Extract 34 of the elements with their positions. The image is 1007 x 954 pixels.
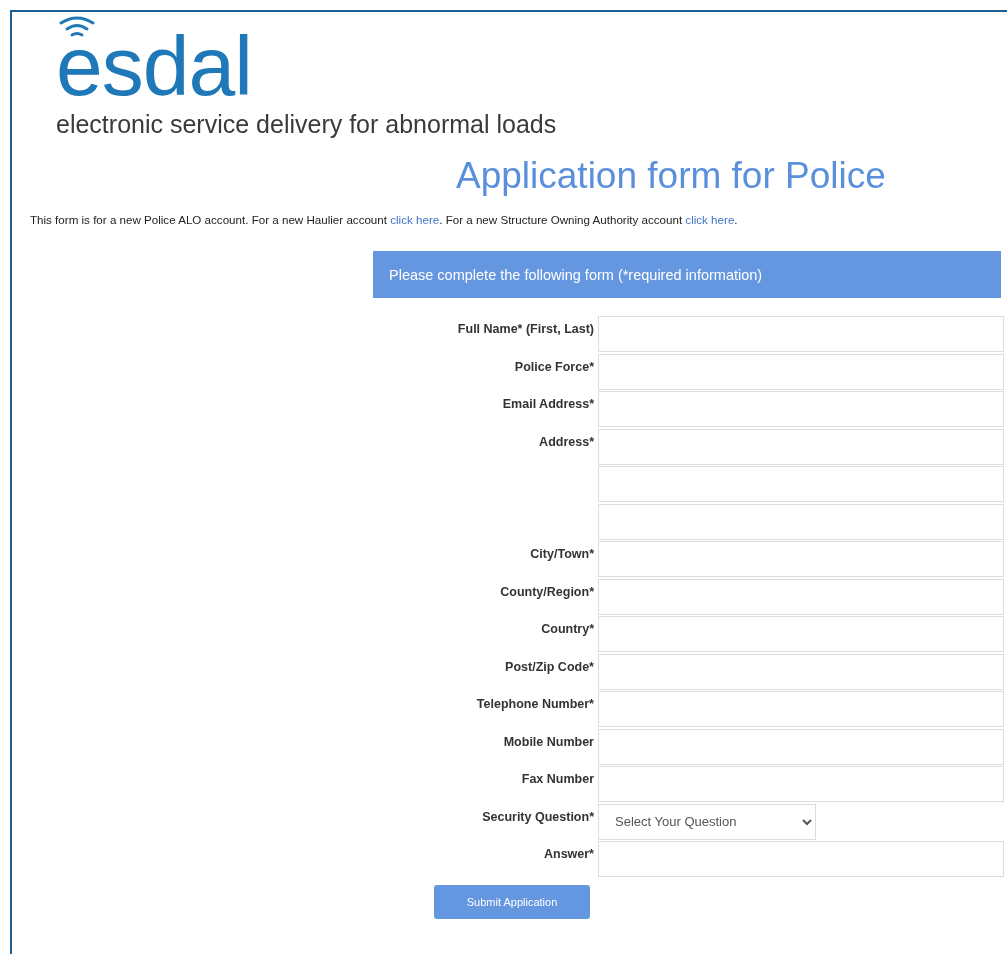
intro-text: This form is for a new Police ALO account. For a new Haulier account click here. For a new Structure Owning Authority account click here. xyxy=(30,212,739,228)
page-title: Application form for Police xyxy=(456,154,887,198)
input-field[interactable] xyxy=(598,766,1004,802)
field-label: Police Force* xyxy=(514,358,594,374)
field-label: Full Name* (First, Last) xyxy=(457,321,594,336)
field-label: Country* xyxy=(541,621,594,636)
field-label: County/Region* xyxy=(500,583,594,599)
submit-button[interactable]: Submit Application xyxy=(434,885,590,919)
input-field[interactable] xyxy=(598,616,1004,652)
field-label: Security Question* xyxy=(482,808,594,824)
input-field[interactable] xyxy=(598,466,1004,502)
field-label: Post/Zip Code* xyxy=(505,658,594,674)
input-field[interactable] xyxy=(598,541,1004,577)
logo-tagline: electronic service delivery for abnormal loads xyxy=(56,110,557,139)
input-field[interactable] xyxy=(598,316,1004,352)
input-field[interactable] xyxy=(598,578,1004,615)
input-field[interactable] xyxy=(598,428,1004,465)
field-label: Answer* xyxy=(543,846,594,861)
field-label: Address* xyxy=(539,433,594,449)
field-label: Email Address* xyxy=(502,396,594,411)
question-dropdown[interactable]: Select Your Question xyxy=(598,803,816,840)
form-header: Please complete the following form (*required information) xyxy=(373,251,1001,298)
logo-wordmark: esdal xyxy=(56,14,252,104)
input-field[interactable] xyxy=(598,353,1004,390)
input-field[interactable] xyxy=(598,391,1004,427)
field-label: Fax Number xyxy=(521,771,594,786)
input-field[interactable] xyxy=(598,728,1004,765)
input-field[interactable] xyxy=(598,841,1004,877)
input-field[interactable] xyxy=(598,503,1004,540)
field-label: Mobile Number xyxy=(503,733,594,749)
input-field[interactable] xyxy=(598,653,1004,690)
input-field[interactable] xyxy=(598,691,1004,727)
field-label: Telephone Number* xyxy=(476,696,594,711)
field-label: City/Town* xyxy=(530,546,594,561)
